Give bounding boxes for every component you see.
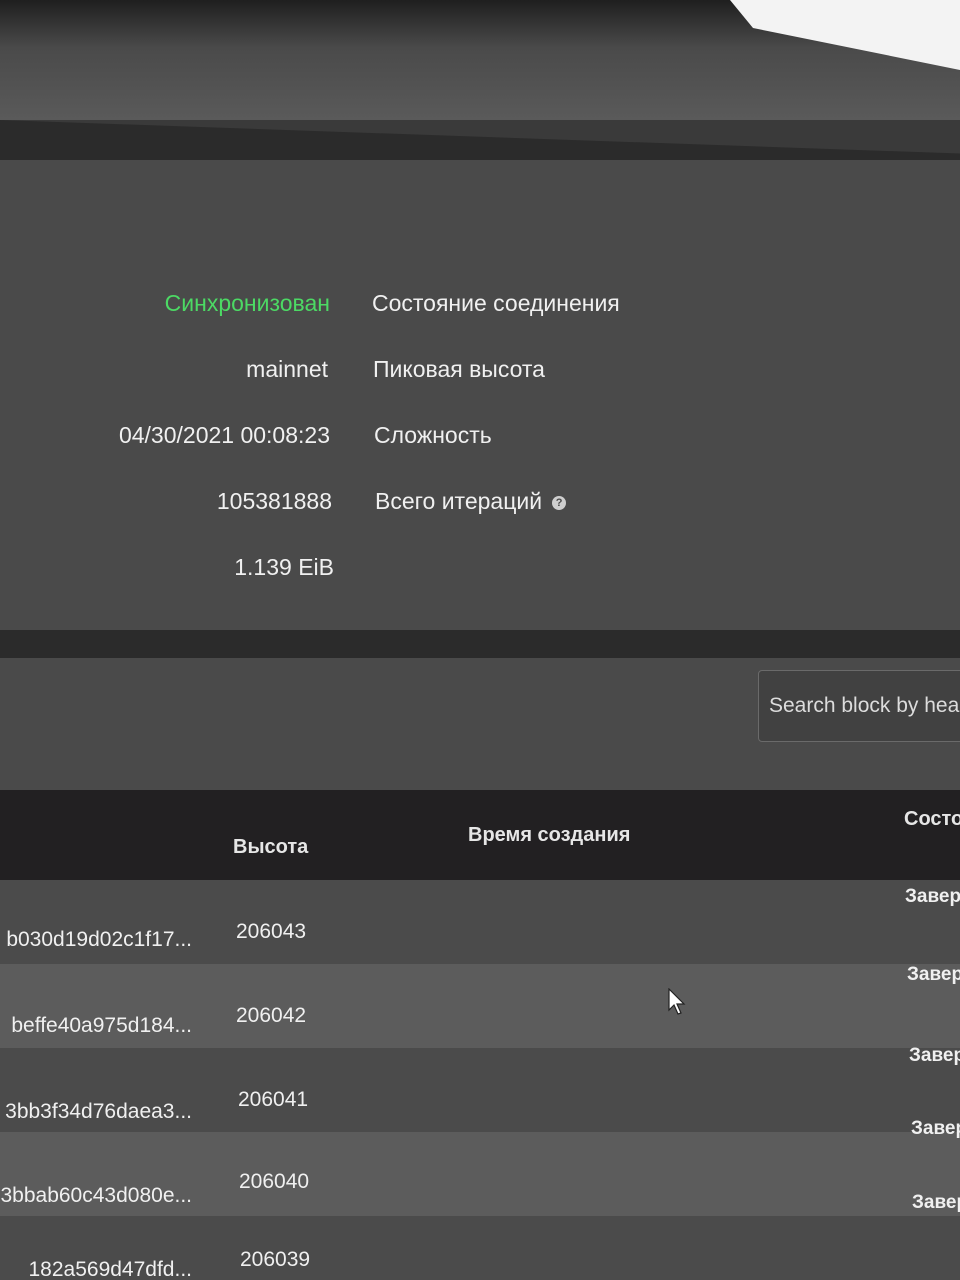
- table-row[interactable]: 3bb3f34d76daea3... 206041 Завер: [0, 1045, 960, 1132]
- block-height: 206042: [236, 1004, 307, 1027]
- info-row-iterations: 105381888 Всего итераций?: [0, 488, 960, 528]
- network-value: mainnet: [246, 356, 328, 382]
- info-row-connection: Синхронизован Состояние соединения: [0, 290, 960, 330]
- table-row[interactable]: b030d19d02c1f17... 206043 Заверш: [0, 880, 960, 964]
- iterations-value: 105381888: [216, 488, 332, 514]
- info-row-space: 1.139 EiB: [0, 554, 960, 594]
- total-iterations-label-wrap: Всего итераций?: [375, 488, 567, 515]
- block-status: Заверш: [907, 964, 960, 985]
- help-icon[interactable]: ?: [552, 495, 567, 510]
- total-iterations-label: Всего итераций: [375, 488, 543, 514]
- block-hash[interactable]: b030d19d02c1f17...: [6, 928, 192, 952]
- info-row-peak-height: mainnet Пиковая высота: [0, 356, 960, 396]
- mouse-cursor-icon: [668, 988, 686, 1015]
- node-info-panel: Синхронизован Состояние соединения mainn…: [0, 160, 960, 630]
- block-hash[interactable]: 3bbab60c43d080e...: [0, 1184, 192, 1208]
- block-status: Завер: [912, 1192, 960, 1213]
- section-divider-2: [0, 630, 960, 658]
- difficulty-label: Сложность: [374, 422, 492, 448]
- block-search-area: [0, 658, 960, 790]
- peak-height-label: Пиковая высота: [373, 356, 545, 382]
- block-status: Завер: [909, 1045, 960, 1066]
- table-row[interactable]: beffe40a975d184... 206042 Заверш: [0, 964, 960, 1048]
- info-row-difficulty: 04/30/2021 00:08:23 Сложность: [0, 422, 960, 462]
- table-row[interactable]: 3bbab60c43d080e... 206040 Завер: [0, 1118, 960, 1216]
- block-height: 206040: [239, 1170, 310, 1193]
- block-hash[interactable]: 182a569d47dfd...: [29, 1258, 193, 1280]
- block-search-input[interactable]: [758, 670, 960, 742]
- timestamp-value: 04/30/2021 00:08:23: [118, 422, 330, 448]
- table-row[interactable]: 182a569d47dfd... 206039 Завер: [0, 1192, 960, 1280]
- sync-status-value: Синхронизован: [164, 290, 330, 316]
- block-height: 206039: [240, 1248, 311, 1271]
- block-status: Заверш: [905, 886, 960, 907]
- column-created-time[interactable]: Время создания: [468, 824, 630, 847]
- connection-state-label: Состояние соединения: [372, 290, 620, 316]
- block-height: 206041: [238, 1088, 309, 1111]
- netspace-value: 1.139 EiB: [234, 554, 334, 580]
- block-hash[interactable]: 3bb3f34d76daea3...: [5, 1100, 192, 1124]
- block-height: 206043: [236, 920, 307, 943]
- column-status[interactable]: Состоя: [904, 808, 960, 831]
- block-hash[interactable]: beffe40a975d184...: [11, 1014, 192, 1038]
- block-status: Завер: [911, 1118, 960, 1139]
- blocks-table-header: Высота Время создания Состоя: [0, 790, 960, 880]
- blocks-table: b030d19d02c1f17... 206043 Заверш beffe40…: [0, 880, 960, 1280]
- column-height[interactable]: Высота: [233, 836, 308, 859]
